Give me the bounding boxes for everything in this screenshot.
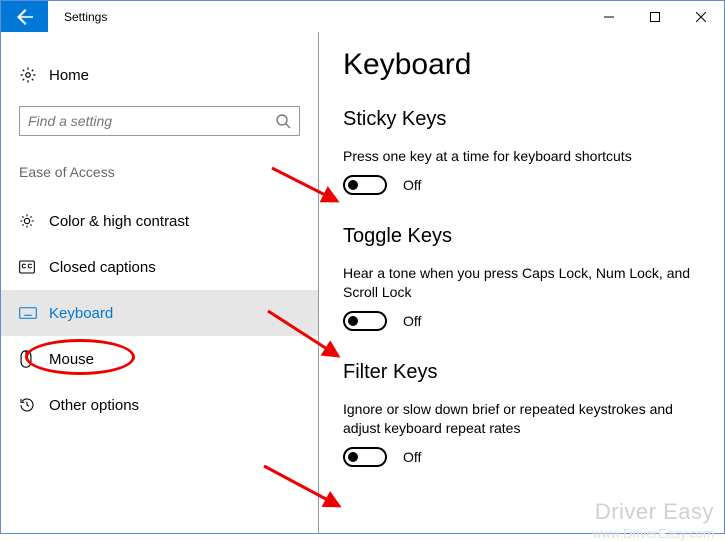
toggle-keys-toggle[interactable] [343,311,387,331]
sidebar-item-label: Other options [49,397,139,414]
sidebar-section-title: Ease of Access [1,164,318,180]
sidebar-item-label: Mouse [49,351,94,368]
minimize-button[interactable] [586,1,632,32]
sidebar-item-label: Keyboard [49,305,113,322]
sidebar-item-keyboard[interactable]: Keyboard [1,290,318,336]
gear-icon [19,66,49,84]
close-icon [696,12,706,22]
search-box[interactable] [19,106,300,136]
sidebar-item-other-options[interactable]: Other options [1,382,318,428]
arrow-left-icon [17,9,33,25]
page-title: Keyboard [343,48,700,82]
sidebar-item-closed-captions[interactable]: Closed captions [1,244,318,290]
sidebar-item-label: Color & high contrast [49,213,189,230]
sidebar: Home Ease of Access Color & high contras… [1,32,319,533]
keyboard-icon [19,306,49,320]
toggle-keys-toggle-row: Off [343,311,700,331]
toggle-keys-desc: Hear a tone when you press Caps Lock, Nu… [343,264,700,303]
sidebar-home[interactable]: Home [1,56,318,94]
sticky-keys-heading: Sticky Keys [343,108,700,131]
sidebar-item-mouse[interactable]: Mouse [1,336,318,382]
search-icon [275,113,291,129]
close-button[interactable] [678,1,724,32]
filter-keys-desc: Ignore or slow down brief or repeated ke… [343,400,700,439]
sticky-keys-toggle[interactable] [343,175,387,195]
home-label: Home [49,67,89,84]
title-bar: Settings [1,1,724,32]
back-button[interactable] [1,1,48,32]
main-panel: Keyboard Sticky Keys Press one key at a … [319,32,724,533]
sticky-keys-state: Off [403,177,421,193]
filter-keys-toggle[interactable] [343,447,387,467]
sidebar-item-label: Closed captions [49,259,156,276]
filter-keys-state: Off [403,449,421,465]
toggle-keys-state: Off [403,313,421,329]
minimize-icon [604,12,614,22]
mouse-icon [19,350,49,368]
filter-keys-heading: Filter Keys [343,361,700,384]
sidebar-item-color-high-contrast[interactable]: Color & high contrast [1,198,318,244]
closed-captions-icon [19,260,49,274]
search-input[interactable] [28,113,275,129]
toggle-keys-heading: Toggle Keys [343,225,700,248]
clock-arrow-icon [19,397,49,413]
window-title: Settings [64,10,107,24]
window-controls [586,1,724,32]
maximize-icon [650,12,660,22]
maximize-button[interactable] [632,1,678,32]
sticky-keys-toggle-row: Off [343,175,700,195]
filter-keys-toggle-row: Off [343,447,700,467]
brightness-icon [19,213,49,229]
sticky-keys-desc: Press one key at a time for keyboard sho… [343,147,700,167]
